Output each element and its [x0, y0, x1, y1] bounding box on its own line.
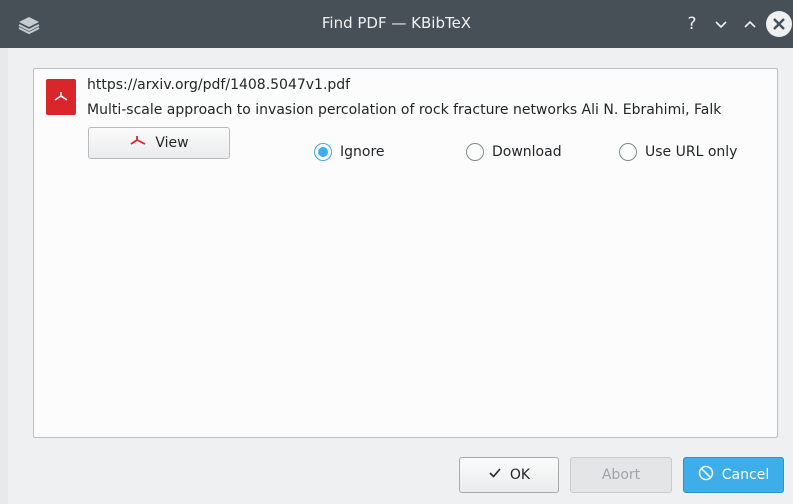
- help-icon[interactable]: ?: [680, 12, 704, 36]
- radio-use-url-only-indicator[interactable]: [619, 143, 637, 161]
- cancel-icon: [698, 465, 714, 485]
- radio-use-url-only[interactable]: Use URL only: [619, 143, 737, 161]
- title-bar[interactable]: Find PDF — KBibTeX ?: [0, 0, 793, 48]
- radio-download-label: Download: [492, 144, 562, 160]
- window-title: Find PDF — KBibTeX: [321, 14, 472, 32]
- dialog-body: https://arxiv.org/pdf/1408.5047v1.pdf Mu…: [8, 48, 793, 504]
- ok-button-label: OK: [509, 467, 531, 483]
- radio-download[interactable]: Download: [466, 143, 562, 161]
- ok-button[interactable]: OK: [459, 457, 559, 493]
- radio-download-indicator[interactable]: [466, 143, 484, 161]
- results-list: https://arxiv.org/pdf/1408.5047v1.pdf Mu…: [33, 68, 778, 438]
- pdf-icon: [46, 79, 76, 115]
- cancel-button[interactable]: Cancel: [683, 457, 784, 493]
- minimize-icon[interactable]: [709, 12, 733, 36]
- view-button-label: View: [155, 135, 189, 151]
- abort-button[interactable]: Abort: [570, 457, 672, 493]
- radio-use-url-only-label: Use URL only: [645, 144, 738, 160]
- maximize-icon[interactable]: [738, 12, 762, 36]
- checkmark-icon: [488, 467, 502, 483]
- view-button[interactable]: View: [88, 127, 230, 159]
- cancel-button-label: Cancel: [721, 467, 770, 483]
- radio-ignore[interactable]: Ignore: [314, 143, 385, 161]
- paper-title: Multi-scale approach to invasion percola…: [87, 102, 722, 118]
- pdf-view-icon: [129, 134, 147, 152]
- radio-ignore-label: Ignore: [340, 144, 385, 160]
- radio-ignore-indicator[interactable]: [314, 143, 332, 161]
- close-icon[interactable]: [766, 11, 792, 37]
- pdf-url: https://arxiv.org/pdf/1408.5047v1.pdf: [87, 77, 351, 93]
- abort-button-label: Abort: [601, 467, 641, 483]
